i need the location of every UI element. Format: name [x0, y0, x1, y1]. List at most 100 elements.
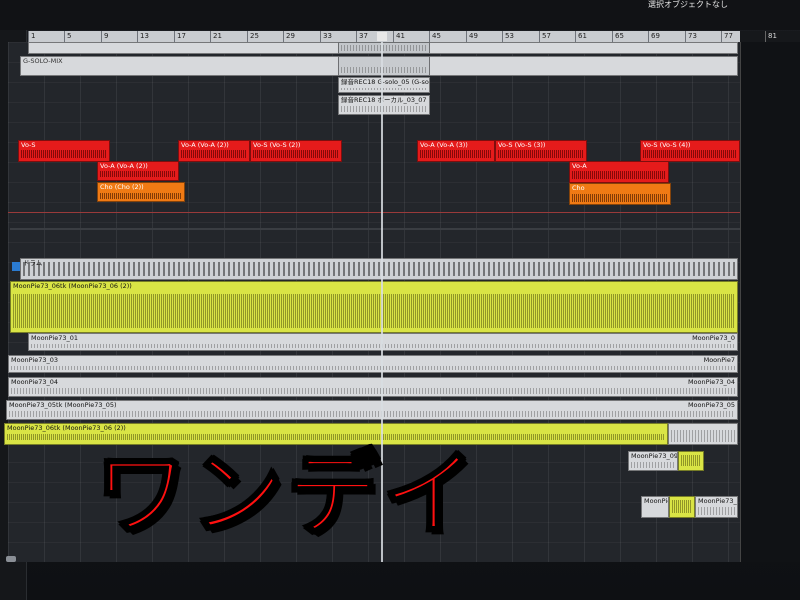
waveform [11, 366, 735, 370]
clip-vocal-s[interactable]: Vo-S [18, 140, 110, 162]
waveform [681, 455, 701, 466]
waveform [181, 150, 247, 158]
clip-label: G-SOLO-MIX [23, 57, 63, 65]
clip-gsolo-b[interactable]: 録音REC18 G-solo_05 (G-solo) [338, 77, 430, 93]
ruler-tick: 33 [320, 31, 332, 42]
ruler-tick: 53 [502, 31, 514, 42]
clip-gsolo-a[interactable] [338, 56, 430, 76]
waveform [13, 294, 735, 328]
waveform [572, 171, 666, 179]
ruler-tick: 13 [137, 31, 149, 42]
clip-gsolo-top[interactable] [338, 42, 430, 54]
ruler-tick: 9 [101, 31, 108, 42]
ruler-tick: 57 [539, 31, 551, 42]
clip-label: Vo-S [21, 141, 36, 149]
clip-label: MoonPie73_06tk (MoonPie73_06 (2)) [13, 282, 132, 290]
waveform [698, 507, 735, 515]
waveform [341, 45, 427, 51]
waveform [672, 500, 692, 513]
clip-label: Vo-S (Vo-S (2)) [253, 141, 301, 149]
clip-piano-small[interactable]: MoonPie73_09 [628, 451, 678, 471]
clip-piano-small[interactable]: MoonPie73 [641, 496, 669, 518]
clip-label: Vo-S (Vo-S (4)) [643, 141, 691, 149]
clip-label: Vo-A (Vo-A (2)) [100, 162, 148, 170]
clip-piano-take-tail[interactable] [668, 423, 738, 445]
clip-vocal-a[interactable]: Vo-A (Vo-A (2)) [97, 161, 179, 181]
clip-label: Vo-A [572, 162, 587, 170]
waveform [21, 150, 107, 158]
clip-chorus[interactable]: Cho (Cho (2)) [97, 182, 185, 202]
ruler-tick: 41 [393, 31, 405, 42]
clip-vocal-a[interactable]: Vo-A (Vo-A (2)) [178, 140, 250, 162]
clip-label: MoonPie73_01 [31, 334, 79, 342]
ruler-tick: 17 [174, 31, 186, 42]
waveform [100, 171, 176, 177]
clip-midi-drums[interactable]: ドラム [20, 258, 738, 280]
clip-vocal-a[interactable]: Vo-A (Vo-A (3)) [417, 140, 495, 162]
ruler-tick: 21 [210, 31, 222, 42]
ruler-tick: 29 [283, 31, 295, 42]
zoom-icon[interactable] [6, 556, 16, 562]
clip-label: 録音REC18 ボーカル_03_07 (ボーカル) [341, 96, 429, 104]
clip-vocal-a[interactable]: Vo-A [569, 161, 669, 183]
clip-label-right: MoonPie7 [703, 356, 735, 364]
clip-gsolo-c[interactable]: 録音REC18 ボーカル_03_07 (ボーカル) [338, 95, 430, 115]
ruler-tick: 77 [721, 31, 733, 42]
waveform [631, 462, 675, 468]
daw-window: 選択オブジェクトなし 1 5 9 13 17 21 25 29 33 37 41… [0, 0, 800, 600]
waveform [498, 150, 584, 158]
waveform [572, 194, 668, 202]
track-divider [10, 228, 740, 230]
clip-label: Cho [572, 184, 585, 192]
waveform [341, 67, 427, 73]
playhead-handle[interactable] [377, 32, 387, 41]
midi-notes [23, 262, 735, 276]
clip-label: MoonPie73_11 [698, 497, 737, 505]
clip-piano-take[interactable]: MoonPie73_04 MoonPie73_04 [8, 377, 738, 397]
clip-label: Vo-A (Vo-A (2)) [181, 141, 229, 149]
ruler-extension: 81 [740, 31, 800, 42]
ruler-tick: 61 [575, 31, 587, 42]
clip-chorus[interactable]: Cho [569, 183, 671, 205]
ruler-tick: 5 [64, 31, 71, 42]
clip-vocal-s[interactable]: Vo-S (Vo-S (2)) [250, 140, 342, 162]
waveform [341, 88, 427, 90]
clip-label-right: MoonPie73_04 [687, 378, 735, 386]
ruler-tick: 1 [28, 31, 35, 42]
clip-piano-small[interactable]: MoonPie73_11 [695, 496, 738, 518]
ruler-tick: 69 [648, 31, 660, 42]
ruler-tick: 25 [247, 31, 259, 42]
clip-piano-take[interactable]: MoonPie73_03 MoonPie7 [8, 355, 738, 373]
status-text: 選択オブジェクトなし [648, 0, 728, 9]
clip-vocal-s[interactable]: Vo-S (Vo-S (4)) [640, 140, 740, 162]
clip-label: MoonPie73_06tk (MoonPie73_06 (2)) [7, 424, 126, 432]
clip-piano-small-selected[interactable] [678, 451, 704, 471]
clip-label-right: MoonPie73_05 [687, 401, 735, 409]
waveform [31, 344, 735, 348]
clip-label: MoonPie73_05tk (MoonPie73_05) [9, 401, 117, 409]
clip-piano-take[interactable]: MoonPie73_05tk (MoonPie73_05) MoonPie73_… [6, 400, 738, 420]
clip-piano-main[interactable]: MoonPie73_06tk (MoonPie73_06 (2)) [10, 281, 738, 333]
arrange-empty-area [740, 42, 800, 562]
loop-marker-line [8, 212, 740, 213]
ruler-tick: 81 [765, 31, 777, 42]
ruler-tick: 65 [612, 31, 624, 42]
waveform [420, 150, 492, 158]
waveform [253, 150, 339, 158]
waveform [9, 411, 735, 417]
waveform [643, 150, 737, 158]
clip-label: Vo-A (Vo-A (3)) [420, 141, 468, 149]
ruler-tick: 49 [466, 31, 478, 42]
clip-label: 録音REC18 G-solo_05 (G-solo) [341, 78, 430, 86]
waveform [11, 388, 735, 394]
waveform [671, 430, 735, 442]
overlay-title: ワンデイ [94, 440, 480, 550]
clip-label: MoonPie73_04 [11, 378, 59, 386]
ruler-tick: 45 [429, 31, 441, 42]
clip-piano-take[interactable]: MoonPie73_01 MoonPie73_0 [28, 333, 738, 351]
clip-label: MoonPie73_09 [631, 452, 678, 460]
clip-label-right: MoonPie73_0 [692, 334, 735, 342]
ruler-tick: 37 [356, 31, 368, 42]
clip-vocal-s[interactable]: Vo-S (Vo-S (3)) [495, 140, 587, 162]
clip-piano-small-selected[interactable] [669, 496, 695, 518]
